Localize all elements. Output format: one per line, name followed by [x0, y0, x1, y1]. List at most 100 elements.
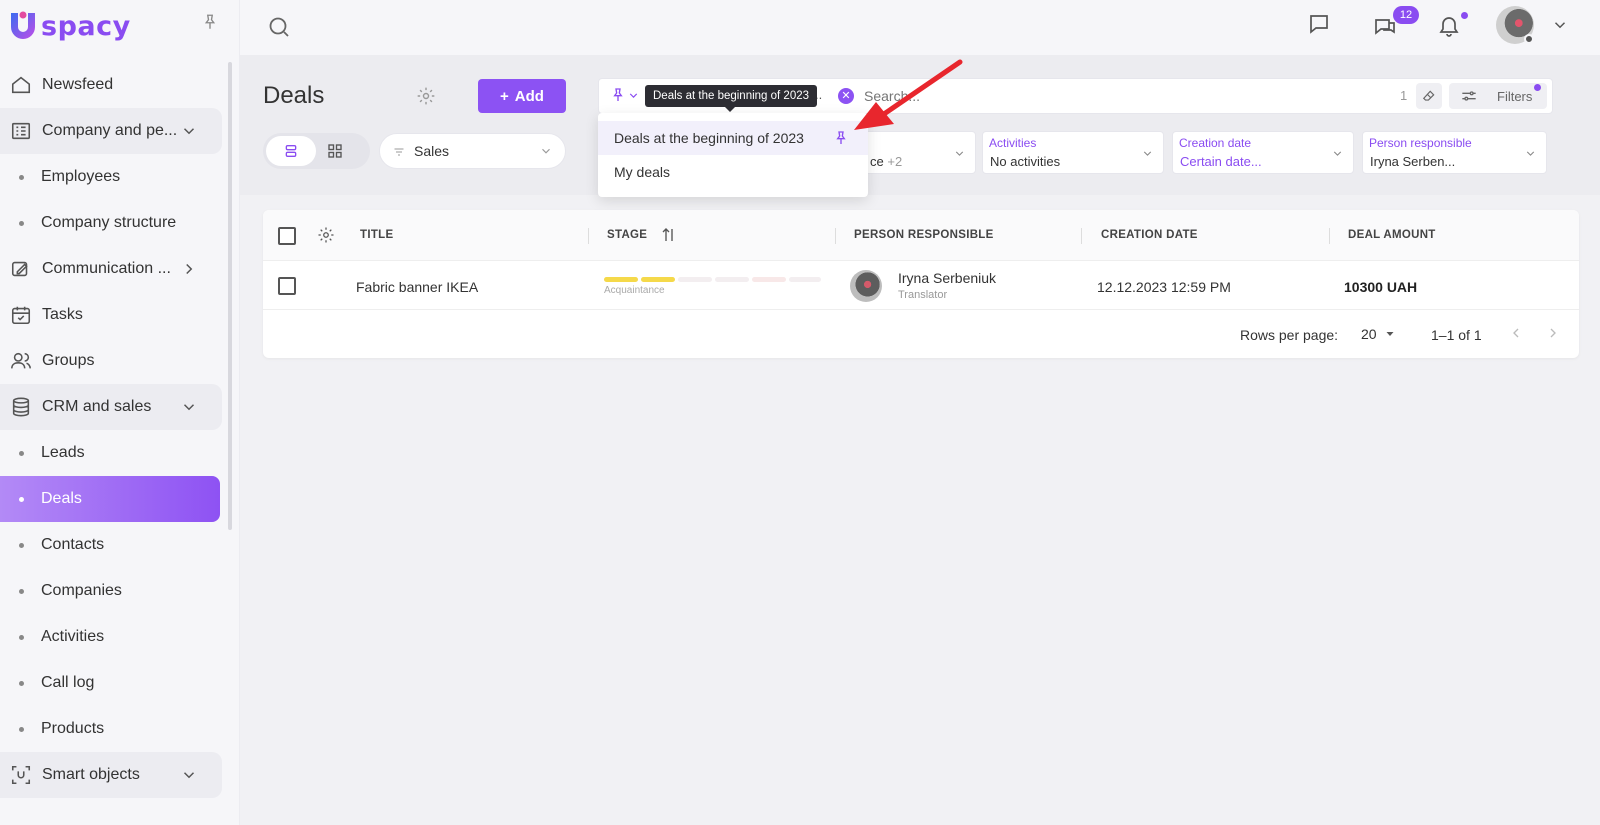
- filter-box-creation-date[interactable]: Creation date Certain date...: [1172, 131, 1354, 174]
- stage-segment: [789, 277, 821, 282]
- grid-icon[interactable]: [326, 142, 344, 160]
- stage-segment: [678, 277, 712, 282]
- rows-per-page-label: Rows per page:: [1240, 327, 1339, 343]
- filter-box-person-responsible[interactable]: Person responsible Iryna Serben...: [1362, 131, 1547, 174]
- pin-sidebar-icon[interactable]: [201, 13, 219, 31]
- add-button-label: Add: [514, 87, 544, 105]
- status-dot: [1524, 34, 1534, 44]
- sidebar-item-companies[interactable]: Companies: [0, 568, 222, 614]
- scan-icon: [10, 764, 32, 786]
- sidebar-item-label: Groups: [42, 352, 95, 369]
- sidebar-item-company[interactable]: Company and pe...: [0, 108, 222, 154]
- sidebar-item-label: Smart objects: [42, 766, 140, 783]
- list-view-button[interactable]: [266, 136, 316, 166]
- sidebar-item-label: Company and pe...: [42, 122, 178, 139]
- rows-per-page-select[interactable]: 20: [1361, 326, 1377, 342]
- sidebar-item-activities[interactable]: Activities: [0, 614, 222, 660]
- home-icon: [10, 74, 32, 96]
- column-divider[interactable]: [835, 228, 836, 244]
- chevron-down-icon: [180, 398, 198, 416]
- filter-label: Activities: [989, 136, 1037, 150]
- database-icon: [10, 396, 32, 418]
- gear-icon[interactable]: [416, 86, 436, 106]
- column-divider[interactable]: [1329, 228, 1330, 244]
- deal-title[interactable]: Fabric banner IKEA: [356, 279, 478, 295]
- creation-date: 12.12.2023 12:59 PM: [1097, 279, 1231, 295]
- column-header-stage[interactable]: STAGE: [607, 229, 647, 241]
- sidebar-item-communication[interactable]: Communication ...: [0, 246, 222, 292]
- caret-down-icon[interactable]: [1384, 328, 1396, 340]
- stage-label: Acquaintance: [604, 285, 665, 296]
- chevron-down-icon[interactable]: [1551, 16, 1569, 34]
- message-icon[interactable]: [1307, 12, 1331, 36]
- column-header-title[interactable]: TITLE: [360, 229, 393, 241]
- saved-filter-item[interactable]: Deals at the beginning of 2023: [598, 121, 868, 155]
- arrow-annotation-icon: [854, 59, 963, 130]
- chat-badge: 12: [1393, 6, 1419, 24]
- stage-segment: [715, 277, 749, 282]
- search-icon[interactable]: [267, 15, 291, 39]
- pagination-range: 1–1 of 1: [1431, 327, 1482, 343]
- chevron-down-icon: [1141, 147, 1154, 160]
- column-divider[interactable]: [588, 228, 589, 244]
- chevron-down-icon: [953, 147, 966, 160]
- list-icon: [285, 145, 297, 157]
- sidebar-item-leads[interactable]: Leads: [0, 430, 222, 476]
- stage-progress: [604, 277, 821, 282]
- sidebar-item-smart-objects[interactable]: Smart objects: [0, 752, 222, 798]
- deal-amount: 10300 UAH: [1344, 279, 1418, 295]
- sidebar-item-label: Contacts: [41, 536, 105, 553]
- sidebar-item-label: Call log: [41, 674, 95, 691]
- chevron-down-icon: [1524, 147, 1537, 160]
- add-button[interactable]: + Add: [478, 79, 566, 113]
- logo[interactable]: spacy: [6, 8, 131, 44]
- column-header-deal-amount[interactable]: DEAL AMOUNT: [1348, 229, 1436, 241]
- filter-label: Creation date: [1179, 136, 1252, 150]
- sidebar-item-deals[interactable]: Deals: [0, 476, 220, 522]
- sidebar-item-label: CRM and sales: [42, 398, 152, 415]
- sidebar: spacy Newsfeed Company and pe... Employe…: [0, 0, 240, 825]
- gear-icon[interactable]: [317, 226, 335, 244]
- bell-icon[interactable]: [1437, 14, 1461, 38]
- building-icon: [10, 120, 32, 142]
- column-divider[interactable]: [1081, 228, 1082, 244]
- sidebar-item-contacts[interactable]: Contacts: [0, 522, 222, 568]
- sidebar-item-call-log[interactable]: Call log: [0, 660, 222, 706]
- saved-filter-item[interactable]: My deals: [598, 155, 868, 189]
- filters-button[interactable]: Filters: [1449, 83, 1547, 109]
- sidebar-item-label: Employees: [41, 168, 121, 185]
- sidebar-item-newsfeed[interactable]: Newsfeed: [0, 62, 222, 108]
- stage-segment: [604, 277, 638, 282]
- page-title: Deals: [263, 82, 325, 109]
- pin-icon[interactable]: [833, 130, 849, 146]
- chevron-down-icon[interactable]: [627, 89, 640, 102]
- chevron-right-icon: [180, 260, 198, 278]
- sidebar-scrollbar[interactable]: [228, 62, 232, 530]
- person-name[interactable]: Iryna Serbeniuk: [898, 270, 996, 286]
- filter-box-activities[interactable]: Activities No activities: [982, 131, 1164, 174]
- sidebar-item-tasks[interactable]: Tasks: [0, 292, 222, 338]
- person-role: Translator: [898, 289, 948, 301]
- sliders-icon: [1462, 91, 1476, 101]
- select-all-checkbox[interactable]: [278, 227, 296, 245]
- sidebar-item-crm[interactable]: CRM and sales: [0, 384, 222, 430]
- pipeline-select[interactable]: Sales: [379, 133, 566, 169]
- column-header-creation-date[interactable]: CREATION DATE: [1101, 229, 1198, 241]
- sidebar-item-label: Communication ...: [42, 260, 171, 277]
- chevron-right-icon[interactable]: [1545, 325, 1561, 341]
- column-header-person[interactable]: PERSON RESPONSIBLE: [854, 229, 994, 241]
- sidebar-item-employees[interactable]: Employees: [0, 154, 222, 200]
- users-icon: [10, 350, 32, 372]
- logo-mark-icon: [11, 11, 35, 39]
- filters-active-dot: [1534, 84, 1541, 91]
- eraser-button[interactable]: [1416, 83, 1442, 109]
- chevron-left-icon[interactable]: [1508, 325, 1524, 341]
- sidebar-item-products[interactable]: Products: [0, 706, 222, 752]
- sidebar-item-company-structure[interactable]: Company structure: [0, 200, 222, 246]
- pin-icon[interactable]: [610, 87, 626, 103]
- sidebar-item-groups[interactable]: Groups: [0, 338, 222, 384]
- row-checkbox[interactable]: [278, 277, 296, 295]
- sidebar-nav: Newsfeed Company and pe... Employees Com…: [0, 62, 222, 798]
- sort-ascending-icon[interactable]: [660, 226, 678, 244]
- filter-icon: [393, 146, 405, 158]
